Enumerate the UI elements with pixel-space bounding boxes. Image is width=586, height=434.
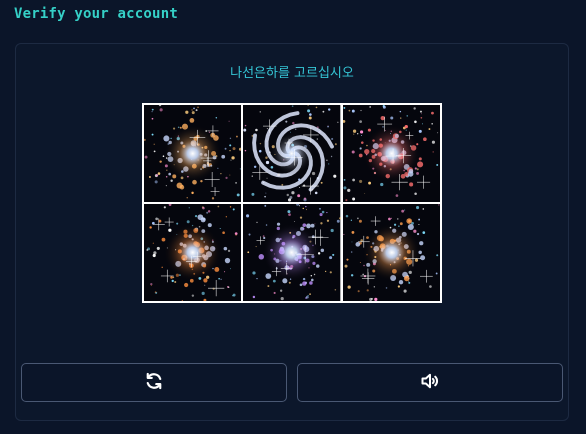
image-tile[interactable]	[342, 105, 440, 202]
star-cluster-image	[144, 105, 242, 202]
star-cluster-image	[243, 204, 341, 301]
captcha-page: Verify your account 나선은하를 고르십시오	[0, 0, 586, 434]
image-tile[interactable]	[243, 105, 341, 202]
image-tile[interactable]	[144, 204, 242, 301]
refresh-icon	[144, 371, 164, 395]
refresh-button[interactable]	[21, 363, 287, 402]
image-tile[interactable]	[243, 204, 341, 301]
image-grid	[142, 103, 442, 303]
star-cluster-image	[144, 204, 242, 301]
star-cluster-image	[342, 105, 440, 202]
page-title: Verify your account	[14, 6, 178, 22]
image-tile[interactable]	[342, 204, 440, 301]
audio-button[interactable]	[297, 363, 563, 402]
speaker-icon	[420, 371, 440, 395]
captcha-prompt: 나선은하를 고르십시오	[230, 66, 354, 81]
image-tile[interactable]	[144, 105, 242, 202]
spiral-galaxy-image	[243, 105, 341, 202]
star-cluster-image	[342, 204, 440, 301]
captcha-panel: 나선은하를 고르십시오	[15, 43, 569, 421]
